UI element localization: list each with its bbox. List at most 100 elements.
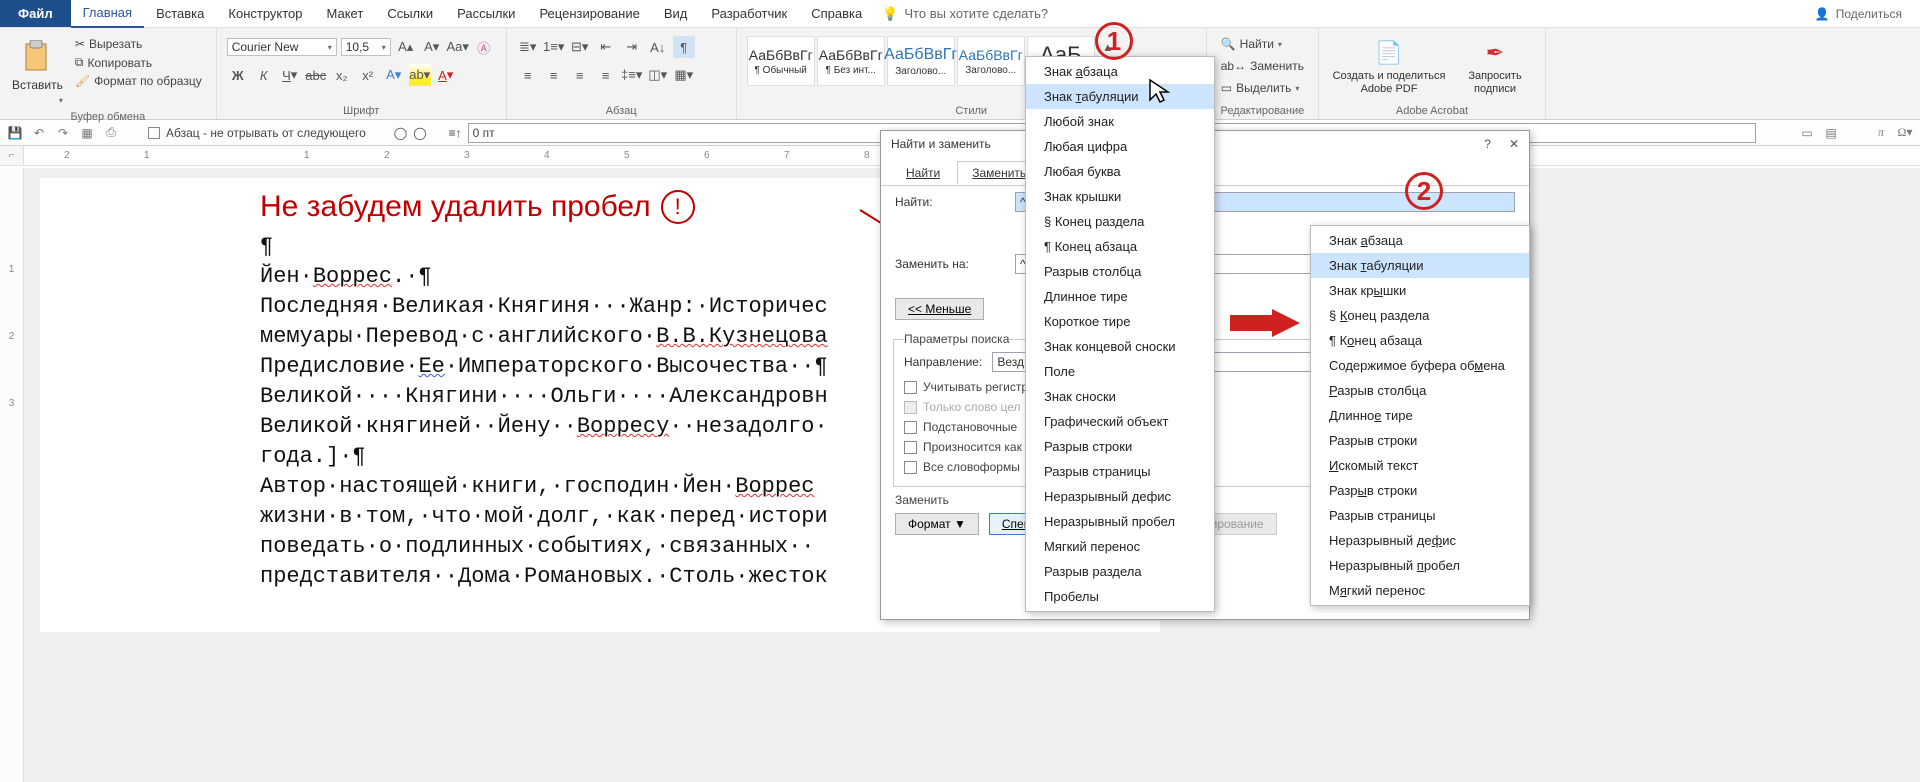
menu-item[interactable]: Знак табуляции [1311, 253, 1529, 278]
menu-item[interactable]: Мягкий перенос [1311, 578, 1529, 603]
less-button[interactable]: << Меньше [895, 298, 984, 320]
cut-button[interactable]: ✂Вырезать [71, 36, 206, 52]
menu-item[interactable]: Разрыв строки [1311, 428, 1529, 453]
qbar-btn[interactable]: ▤ [1822, 126, 1840, 140]
increase-indent-button[interactable]: ⇥ [621, 36, 643, 58]
menu-item[interactable]: § Конец раздела [1311, 303, 1529, 328]
tab-find[interactable]: Найти [891, 161, 955, 185]
menu-item[interactable]: Длинное тире [1311, 403, 1529, 428]
highlight-button[interactable]: ab▾ [409, 64, 431, 86]
menu-item[interactable]: Знак крышки [1311, 278, 1529, 303]
menu-item[interactable]: Разрыв столбца [1311, 378, 1529, 403]
menu-item[interactable]: Длинное тире [1026, 284, 1214, 309]
find-button[interactable]: 🔍Найти▾ [1217, 36, 1286, 52]
redo-icon[interactable]: ↷ [54, 126, 72, 140]
menu-item[interactable]: Разрыв столбца [1026, 259, 1214, 284]
sounds-like-check[interactable]: Произносится как [904, 438, 1028, 456]
menu-item[interactable]: Разрыв страницы [1311, 503, 1529, 528]
create-pdf-button[interactable]: 📄 Создать и поделиться Adobe PDF [1329, 36, 1449, 100]
radio-icon[interactable]: ◯ [413, 126, 426, 140]
tab-developer[interactable]: Разработчик [699, 0, 799, 27]
style-h2[interactable]: АаБбВвГгЗаголово... [957, 36, 1025, 86]
align-right-button[interactable]: ≡ [569, 64, 591, 86]
menu-item[interactable]: Знак концевой сноски [1026, 334, 1214, 359]
superscript-button[interactable]: x² [357, 64, 379, 86]
menu-item[interactable]: Неразрывный дефис [1026, 484, 1214, 509]
help-icon[interactable]: ? [1484, 137, 1491, 151]
shading-button[interactable]: ◫▾ [647, 64, 669, 86]
menu-item[interactable]: Разрыв страницы [1026, 459, 1214, 484]
close-icon[interactable]: ✕ [1509, 137, 1519, 151]
whole-word-check[interactable]: Только слово цел [904, 398, 1028, 416]
share-button[interactable]: 👤 Поделиться [1815, 7, 1920, 21]
menu-item[interactable]: Знак табуляции [1026, 84, 1214, 109]
grow-font-button[interactable]: A▴ [395, 36, 417, 58]
menu-item[interactable]: Графический объект [1026, 409, 1214, 434]
tab-home[interactable]: Главная [71, 0, 144, 28]
align-left-button[interactable]: ≡ [517, 64, 539, 86]
font-color-button[interactable]: A▾ [435, 64, 457, 86]
format-button[interactable]: Формат ▼ [895, 513, 979, 535]
style-h1[interactable]: АаБбВвГгЗаголово... [887, 36, 955, 86]
menu-item[interactable]: Знак сноски [1026, 384, 1214, 409]
menu-item[interactable]: § Конец раздела [1026, 209, 1214, 234]
format-painter-button[interactable]: 🖌Формат по образцу [71, 73, 206, 89]
multilevel-button[interactable]: ⊟▾ [569, 36, 591, 58]
menu-item[interactable]: Знак абзаца [1026, 59, 1214, 84]
replace-button[interactable]: ab↔Заменить [1217, 58, 1308, 74]
font-size-combo[interactable]: 10,5▾ [341, 38, 391, 56]
tab-mail[interactable]: Рассылки [445, 0, 527, 27]
paste-button[interactable]: Вставить ▾ [10, 36, 65, 109]
tab-layout[interactable]: Макет [315, 0, 376, 27]
decrease-indent-button[interactable]: ⇤ [595, 36, 617, 58]
menu-item[interactable]: Знак крышки [1026, 184, 1214, 209]
menu-item[interactable]: Знак абзаца [1311, 228, 1529, 253]
justify-button[interactable]: ≡ [595, 64, 617, 86]
menu-item[interactable]: Любая буква [1026, 159, 1214, 184]
subscript-button[interactable]: x₂ [331, 64, 353, 86]
vertical-ruler[interactable]: 123 [0, 168, 24, 782]
menu-item[interactable]: Искомый текст [1311, 453, 1529, 478]
wildcards-check[interactable]: Подстановочные [904, 418, 1028, 436]
change-case-button[interactable]: Aa▾ [447, 36, 469, 58]
tab-review[interactable]: Рецензирование [527, 0, 651, 27]
clear-format-button[interactable]: Ⓐ [473, 36, 495, 58]
print-icon[interactable]: ⎙ [102, 125, 120, 140]
menu-item[interactable]: Любая цифра [1026, 134, 1214, 159]
menu-item[interactable]: Разрыв раздела [1026, 559, 1214, 584]
bold-button[interactable]: Ж [227, 64, 249, 86]
word-forms-check[interactable]: Все словоформы [904, 458, 1028, 476]
save-icon[interactable]: 💾 [6, 126, 24, 140]
line-spacing-button[interactable]: ‡≡▾ [621, 64, 643, 86]
qbar-btn[interactable]: ▭ [1798, 126, 1816, 140]
qbar-check[interactable] [148, 127, 160, 139]
menu-item[interactable]: Содержимое буфера обмена [1311, 353, 1529, 378]
menu-item[interactable]: Мягкий перенос [1026, 534, 1214, 559]
shrink-font-button[interactable]: A▾ [421, 36, 443, 58]
symbol-icon[interactable]: Ω▾ [1896, 125, 1914, 140]
tab-design[interactable]: Конструктор [216, 0, 314, 27]
borders-button[interactable]: ▦▾ [673, 64, 695, 86]
align-center-button[interactable]: ≡ [543, 64, 565, 86]
menu-item[interactable]: Неразрывный дефис [1311, 528, 1529, 553]
numbering-button[interactable]: 1≡▾ [543, 36, 565, 58]
undo-icon[interactable]: ↶ [30, 126, 48, 140]
style-nospace[interactable]: АаБбВвГг¶ Без инт... [817, 36, 885, 86]
menu-item[interactable]: ¶ Конец абзаца [1026, 234, 1214, 259]
style-normal[interactable]: АаБбВвГг¶ Обычный [747, 36, 815, 86]
tab-refs[interactable]: Ссылки [375, 0, 445, 27]
radio-icon[interactable]: ◯ [394, 126, 407, 140]
show-marks-button[interactable]: ¶ [673, 36, 695, 58]
equation-icon[interactable]: π [1872, 125, 1890, 140]
tell-me[interactable]: 💡 Что вы хотите сделать? [882, 6, 1048, 22]
strike-button[interactable]: abc [305, 64, 327, 86]
tab-view[interactable]: Вид [652, 0, 700, 27]
select-button[interactable]: ▭Выделить▾ [1217, 80, 1304, 96]
menu-item[interactable]: Неразрывный пробел [1311, 553, 1529, 578]
menu-item[interactable]: Короткое тире [1026, 309, 1214, 334]
tab-file[interactable]: Файл [0, 0, 71, 27]
menu-item[interactable]: Пробелы [1026, 584, 1214, 609]
menu-item[interactable]: Неразрывный пробел [1026, 509, 1214, 534]
tab-insert[interactable]: Вставка [144, 0, 216, 27]
italic-button[interactable]: К [253, 64, 275, 86]
